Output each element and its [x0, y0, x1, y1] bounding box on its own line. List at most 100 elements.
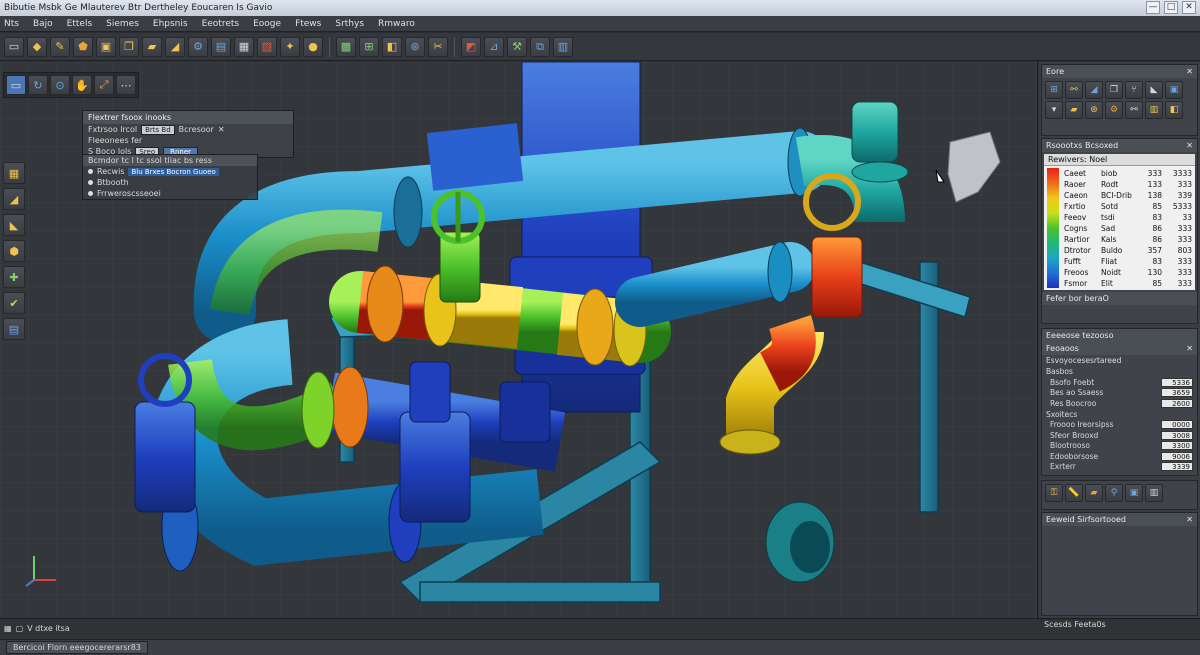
- layers-icon[interactable]: ◧: [382, 36, 402, 57]
- tree-group[interactable]: Sxoitecs: [1042, 409, 1197, 420]
- maximize-button[interactable]: □: [1164, 1, 1178, 14]
- screen-icon[interactable]: ▣: [1125, 484, 1143, 502]
- tree-leaf[interactable]: Bsofo Foebt 5336: [1042, 377, 1197, 388]
- value-field[interactable]: 3300: [1161, 441, 1193, 451]
- value-field[interactable]: 5336: [1161, 377, 1193, 387]
- tree-leaf[interactable]: Froooo Ireorsipss 0000: [1042, 420, 1197, 431]
- link-icon[interactable]: ⚯: [1065, 81, 1083, 99]
- menu-item[interactable]: Bajo: [33, 19, 53, 29]
- link-icon[interactable]: ⚯: [1125, 101, 1143, 119]
- sub-panel-row[interactable]: Recwis Blu Brxes Bocron Guoeo: [83, 166, 257, 177]
- close-button[interactable]: ✕: [1182, 1, 1196, 14]
- chevron-down-icon[interactable]: ▾: [1045, 101, 1063, 119]
- wrench-icon[interactable]: ⚒: [507, 36, 527, 57]
- tree-group[interactable]: Basbos: [1042, 366, 1197, 377]
- radio-icon[interactable]: [88, 169, 93, 174]
- menu-item[interactable]: Ehpsnis: [153, 19, 188, 29]
- sheet-tool-icon[interactable]: ▤: [3, 318, 25, 340]
- rotate-icon[interactable]: ↻: [28, 75, 48, 95]
- value-field[interactable]: 3659: [1161, 388, 1193, 398]
- command-status[interactable]: Bercicoi Florn eeegocererarsr83: [6, 641, 148, 654]
- value-field[interactable]: 0000: [1161, 420, 1193, 430]
- move-icon[interactable]: ✦: [280, 36, 300, 57]
- tree-leaf[interactable]: Exrterr 3339: [1042, 462, 1197, 473]
- property-field[interactable]: Brts Bd: [141, 124, 175, 135]
- menu-item[interactable]: Ftews: [295, 19, 321, 29]
- tree-leaf[interactable]: Sfeor Brooxd 3008: [1042, 430, 1197, 441]
- elbow-icon[interactable]: ◣: [1145, 81, 1163, 99]
- close-icon[interactable]: ✕: [1186, 515, 1193, 524]
- valve-icon[interactable]: ⊛: [405, 36, 425, 57]
- sub-panel-row[interactable]: Btbooth: [83, 177, 257, 188]
- copy-icon[interactable]: ❐: [1105, 81, 1123, 99]
- pencil-icon[interactable]: ✎: [50, 36, 70, 57]
- probe-icon[interactable]: ⊿: [484, 36, 504, 57]
- open-icon[interactable]: ◆: [27, 36, 47, 57]
- value-field[interactable]: 9006: [1161, 451, 1193, 461]
- menu-item[interactable]: Srthys: [335, 19, 364, 29]
- folder-icon[interactable]: ▰: [1085, 484, 1103, 502]
- shape-icon[interactable]: ⬟: [73, 36, 93, 57]
- box-icon[interactable]: ▥: [1145, 101, 1163, 119]
- lock-icon[interactable]: ▢: [16, 624, 24, 633]
- grid-icon[interactable]: ▦: [4, 624, 12, 633]
- add-tool-icon[interactable]: ✚: [3, 266, 25, 288]
- grid-icon[interactable]: ▩: [336, 36, 356, 57]
- image-icon[interactable]: ▣: [1165, 81, 1183, 99]
- menu-item[interactable]: Eooge: [253, 19, 281, 29]
- close-icon[interactable]: ✕: [1186, 344, 1193, 353]
- export-icon[interactable]: ▨: [257, 36, 277, 57]
- zoom-icon[interactable]: ⊙: [50, 75, 70, 95]
- ruler-icon[interactable]: 📏: [1065, 484, 1083, 502]
- cut-icon[interactable]: ✂: [428, 36, 448, 57]
- zoom-icon[interactable]: ⚲: [1105, 484, 1123, 502]
- value-field[interactable]: 3339: [1161, 462, 1193, 472]
- pipe-tool-icon[interactable]: ◢: [3, 188, 25, 210]
- fit-icon[interactable]: ⤢: [94, 75, 114, 95]
- 3d-viewport[interactable]: ▭ ↻ ⊙ ✋ ⤢ ⋯ ▦ ◢ ◣ ⬢ ✚ ✔ ▤ Flextrer fsoox…: [0, 62, 1038, 618]
- results-footer[interactable]: Fefer bor beraO: [1042, 292, 1197, 305]
- drop-icon[interactable]: ●: [303, 36, 323, 57]
- tree-icon[interactable]: ⊞: [359, 36, 379, 57]
- tree-leaf[interactable]: Res Boocroo 2600: [1042, 398, 1197, 409]
- sidebar-icon[interactable]: ▥: [1145, 484, 1163, 502]
- sub-panel-row[interactable]: Frrweroscsseoei: [83, 188, 257, 199]
- check-tool-icon[interactable]: ✔: [3, 292, 25, 314]
- valve-icon[interactable]: ⊛: [1085, 101, 1103, 119]
- select-icon[interactable]: ▭: [6, 75, 26, 95]
- grid-tool-icon[interactable]: ▦: [3, 162, 25, 184]
- pipe-icon[interactable]: ◢: [1085, 81, 1103, 99]
- close-icon[interactable]: ✕: [1186, 67, 1193, 76]
- tree-leaf[interactable]: Blootrooso 3300: [1042, 441, 1197, 452]
- radio-icon[interactable]: [88, 180, 93, 185]
- pan-icon[interactable]: ✋: [72, 75, 92, 95]
- more-icon[interactable]: ⋯: [116, 75, 136, 95]
- value-field[interactable]: 2600: [1161, 398, 1193, 408]
- flange-tool-icon[interactable]: ⬢: [3, 240, 25, 262]
- gear-icon[interactable]: ⚙: [1105, 101, 1123, 119]
- radio-icon[interactable]: [88, 191, 93, 196]
- render-icon[interactable]: ▥: [553, 36, 573, 57]
- node-icon[interactable]: ⊞: [1045, 81, 1063, 99]
- cube-icon[interactable]: ▣: [96, 36, 116, 57]
- view-icon[interactable]: ⧉: [530, 36, 550, 57]
- minimize-button[interactable]: —: [1146, 1, 1160, 14]
- value-field[interactable]: 3008: [1161, 430, 1193, 440]
- elbow-tool-icon[interactable]: ◣: [3, 214, 25, 236]
- menu-item[interactable]: Rmwaro: [378, 19, 415, 29]
- menu-item[interactable]: Nts: [4, 19, 19, 29]
- mesh-icon[interactable]: ◩: [461, 36, 481, 57]
- branch-icon[interactable]: ⑂: [1125, 81, 1143, 99]
- gear-icon[interactable]: ⚙: [188, 36, 208, 57]
- folder-icon[interactable]: ▰: [1065, 101, 1083, 119]
- copy-icon[interactable]: ❐: [119, 36, 139, 57]
- tree-leaf[interactable]: Bes ao Ssaess 3659: [1042, 388, 1197, 399]
- layers-icon[interactable]: ◧: [1165, 101, 1183, 119]
- pipe-icon[interactable]: ◢: [165, 36, 185, 57]
- monitor-icon[interactable]: ▦: [234, 36, 254, 57]
- close-icon[interactable]: ✕: [218, 125, 225, 134]
- menu-item[interactable]: Siemes: [106, 19, 139, 29]
- close-icon[interactable]: ✕: [1186, 141, 1193, 150]
- menu-item[interactable]: Eeotrets: [202, 19, 240, 29]
- tree-group[interactable]: Esvoyocesesrtareed: [1042, 355, 1197, 366]
